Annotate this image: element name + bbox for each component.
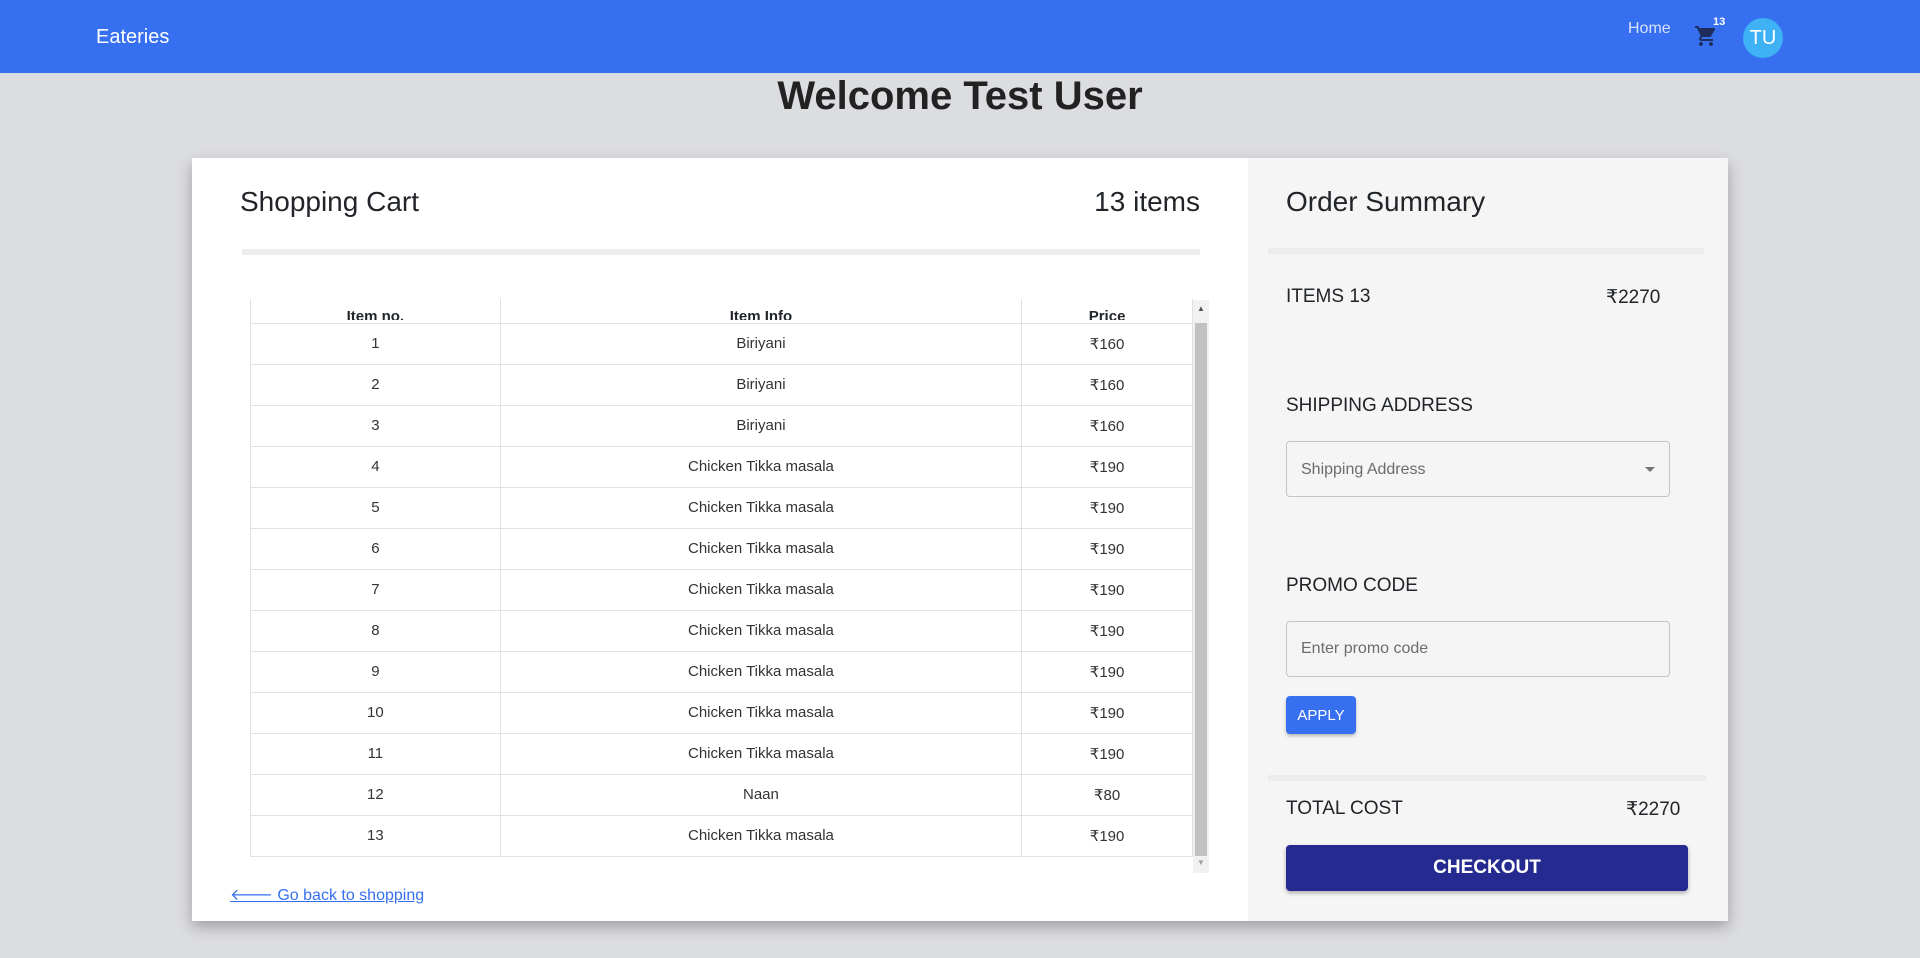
cell-item-no: 2: [250, 364, 501, 406]
cell-item-no: 9: [250, 651, 501, 693]
column-header-price: Price: [1021, 299, 1193, 324]
checkout-button[interactable]: CHECKOUT: [1286, 845, 1688, 891]
table-row: 6 Chicken Tikka masala ₹190: [250, 528, 1193, 570]
cell-price: ₹190: [1021, 651, 1193, 693]
cell-price: ₹190: [1021, 487, 1193, 529]
cell-item-info: Chicken Tikka masala: [500, 446, 1023, 488]
items-count-label: ITEMS 13: [1286, 286, 1371, 307]
cell-item-no: 12: [250, 774, 501, 816]
cell-price: ₹80: [1021, 774, 1193, 816]
cell-item-info: Chicken Tikka masala: [500, 610, 1023, 652]
cell-item-no: 11: [250, 733, 501, 775]
table-row: 5 Chicken Tikka masala ₹190: [250, 487, 1193, 529]
items-subtotal: ₹2270: [1606, 287, 1661, 308]
divider: [1268, 775, 1706, 781]
cell-item-no: 3: [250, 405, 501, 447]
chevron-down-icon: [1645, 467, 1655, 472]
apply-promo-button[interactable]: APPLY: [1286, 696, 1356, 734]
shipping-address-select[interactable]: Shipping Address: [1286, 441, 1670, 497]
shipping-address-label: SHIPPING ADDRESS: [1286, 395, 1473, 416]
cart-count-badge: 13: [1713, 16, 1726, 28]
cell-price: ₹190: [1021, 692, 1193, 734]
cell-price: ₹190: [1021, 569, 1193, 611]
table-row: 13 Chicken Tikka masala ₹190: [250, 815, 1193, 857]
column-header-item-info: Item Info: [500, 299, 1023, 324]
cell-price: ₹190: [1021, 733, 1193, 775]
cell-item-no: 8: [250, 610, 501, 652]
scrollbar-thumb[interactable]: [1195, 323, 1207, 856]
table-scrollbar[interactable]: ▲ ▼: [1193, 300, 1209, 873]
cell-item-no: 13: [250, 815, 501, 857]
promo-code-label: PROMO CODE: [1286, 575, 1418, 596]
cart-card: Shopping Cart 13 items Item no. Item Inf…: [192, 158, 1728, 921]
cell-item-info: Chicken Tikka masala: [500, 569, 1023, 611]
cart-table-container: Item no. Item Info Price 1 Biriyani ₹160 2 B…: [250, 299, 1210, 873]
table-row: 1 Biriyani ₹160: [250, 323, 1193, 365]
table-row: 7 Chicken Tikka masala ₹190: [250, 569, 1193, 611]
cell-item-info: Chicken Tikka masala: [500, 733, 1023, 775]
cell-item-info: Chicken Tikka masala: [500, 815, 1023, 857]
cell-item-no: 6: [250, 528, 501, 570]
cell-price: ₹160: [1021, 405, 1193, 447]
scroll-down-arrow-icon[interactable]: ▼: [1193, 858, 1209, 870]
table-header-row: Item no. Item Info Price: [250, 299, 1193, 324]
table-row: 8 Chicken Tikka masala ₹190: [250, 610, 1193, 652]
table-row: 9 Chicken Tikka masala ₹190: [250, 651, 1193, 693]
cell-price: ₹160: [1021, 323, 1193, 365]
cell-item-info: Naan: [500, 774, 1023, 816]
cell-item-no: 1: [250, 323, 501, 365]
arrow-left-icon: 🡐: [230, 887, 273, 904]
order-summary-panel: Order Summary ITEMS 13 ₹2270 SHIPPING AD…: [1248, 158, 1728, 921]
promo-code-input[interactable]: [1286, 621, 1670, 677]
navbar: Eateries Home 13 TU: [0, 0, 1920, 73]
divider: [1268, 248, 1704, 254]
order-summary-title: Order Summary: [1286, 186, 1486, 217]
scroll-up-arrow-icon[interactable]: ▲: [1193, 304, 1209, 316]
cell-price: ₹190: [1021, 815, 1193, 857]
cell-item-info: Chicken Tikka masala: [500, 692, 1023, 734]
table-row: 2 Biriyani ₹160: [250, 364, 1193, 406]
go-back-to-shopping-link[interactable]: 🡐 Go back to shopping: [230, 884, 424, 905]
table-row: 12 Naan ₹80: [250, 774, 1193, 816]
user-avatar[interactable]: TU: [1743, 18, 1783, 58]
cell-price: ₹190: [1021, 610, 1193, 652]
cell-item-info: Chicken Tikka masala: [500, 651, 1023, 693]
table-row: 11 Chicken Tikka masala ₹190: [250, 733, 1193, 775]
cell-item-no: 4: [250, 446, 501, 488]
table-row: 3 Biriyani ₹160: [250, 405, 1193, 447]
cell-item-no: 10: [250, 692, 501, 734]
cart-item-count: 13 items: [1094, 186, 1200, 217]
cell-item-no: 7: [250, 569, 501, 611]
shipping-address-placeholder: Shipping Address: [1301, 461, 1426, 478]
divider: [242, 249, 1200, 255]
cart-table: Item no. Item Info Price 1 Biriyani ₹160 2 B…: [250, 299, 1193, 857]
cell-item-info: Biriyani: [500, 405, 1023, 447]
cell-item-no: 5: [250, 487, 501, 529]
cell-price: ₹160: [1021, 364, 1193, 406]
table-row: 10 Chicken Tikka masala ₹190: [250, 692, 1193, 734]
cell-price: ₹190: [1021, 528, 1193, 570]
nav-home-link[interactable]: Home: [1628, 20, 1671, 38]
total-cost-value: ₹2270: [1626, 799, 1681, 820]
cell-item-info: Chicken Tikka masala: [500, 487, 1023, 529]
cell-item-info: Biriyani: [500, 323, 1023, 365]
shopping-cart-section: Shopping Cart 13 items Item no. Item Inf…: [192, 158, 1248, 921]
cell-item-info: Chicken Tikka masala: [500, 528, 1023, 570]
brand-link[interactable]: Eateries: [96, 26, 169, 49]
table-row: 4 Chicken Tikka masala ₹190: [250, 446, 1193, 488]
total-cost-label: TOTAL COST: [1286, 798, 1403, 819]
cell-item-info: Biriyani: [500, 364, 1023, 406]
cart-title: Shopping Cart: [240, 186, 420, 217]
welcome-heading: Welcome Test User: [777, 74, 1143, 118]
column-header-item-no: Item no.: [250, 299, 501, 324]
cell-price: ₹190: [1021, 446, 1193, 488]
